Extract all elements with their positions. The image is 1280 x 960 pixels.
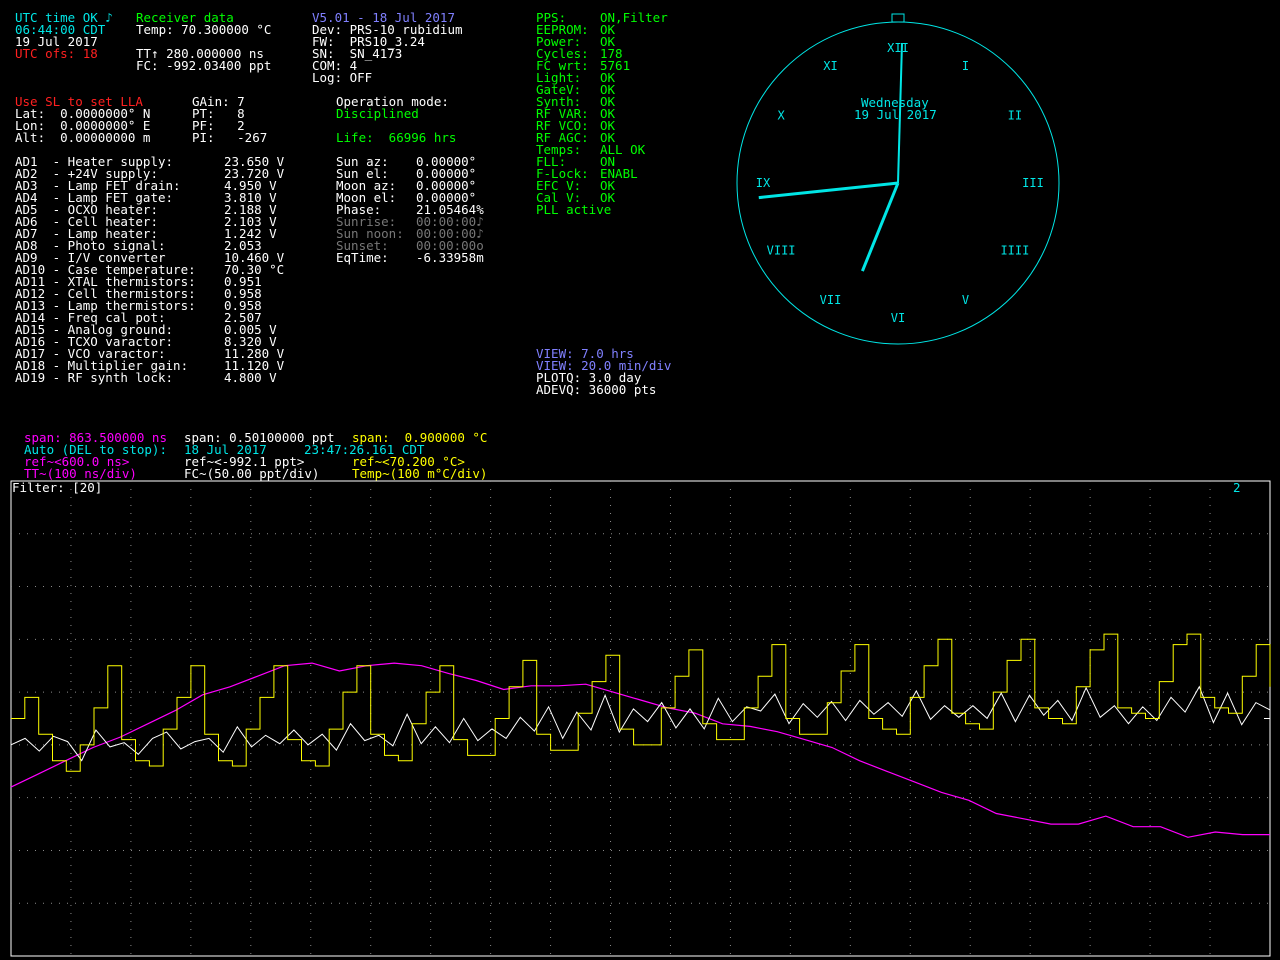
series-temp-line	[11, 633, 1271, 772]
plot-marker: 2	[1233, 480, 1241, 495]
filter-label: Filter: [20]	[12, 480, 103, 495]
series-tt-line	[10, 662, 1270, 838]
plot-area[interactable]	[0, 0, 1280, 960]
plot-border	[10, 480, 1271, 957]
series-fc-line	[10, 685, 1271, 762]
